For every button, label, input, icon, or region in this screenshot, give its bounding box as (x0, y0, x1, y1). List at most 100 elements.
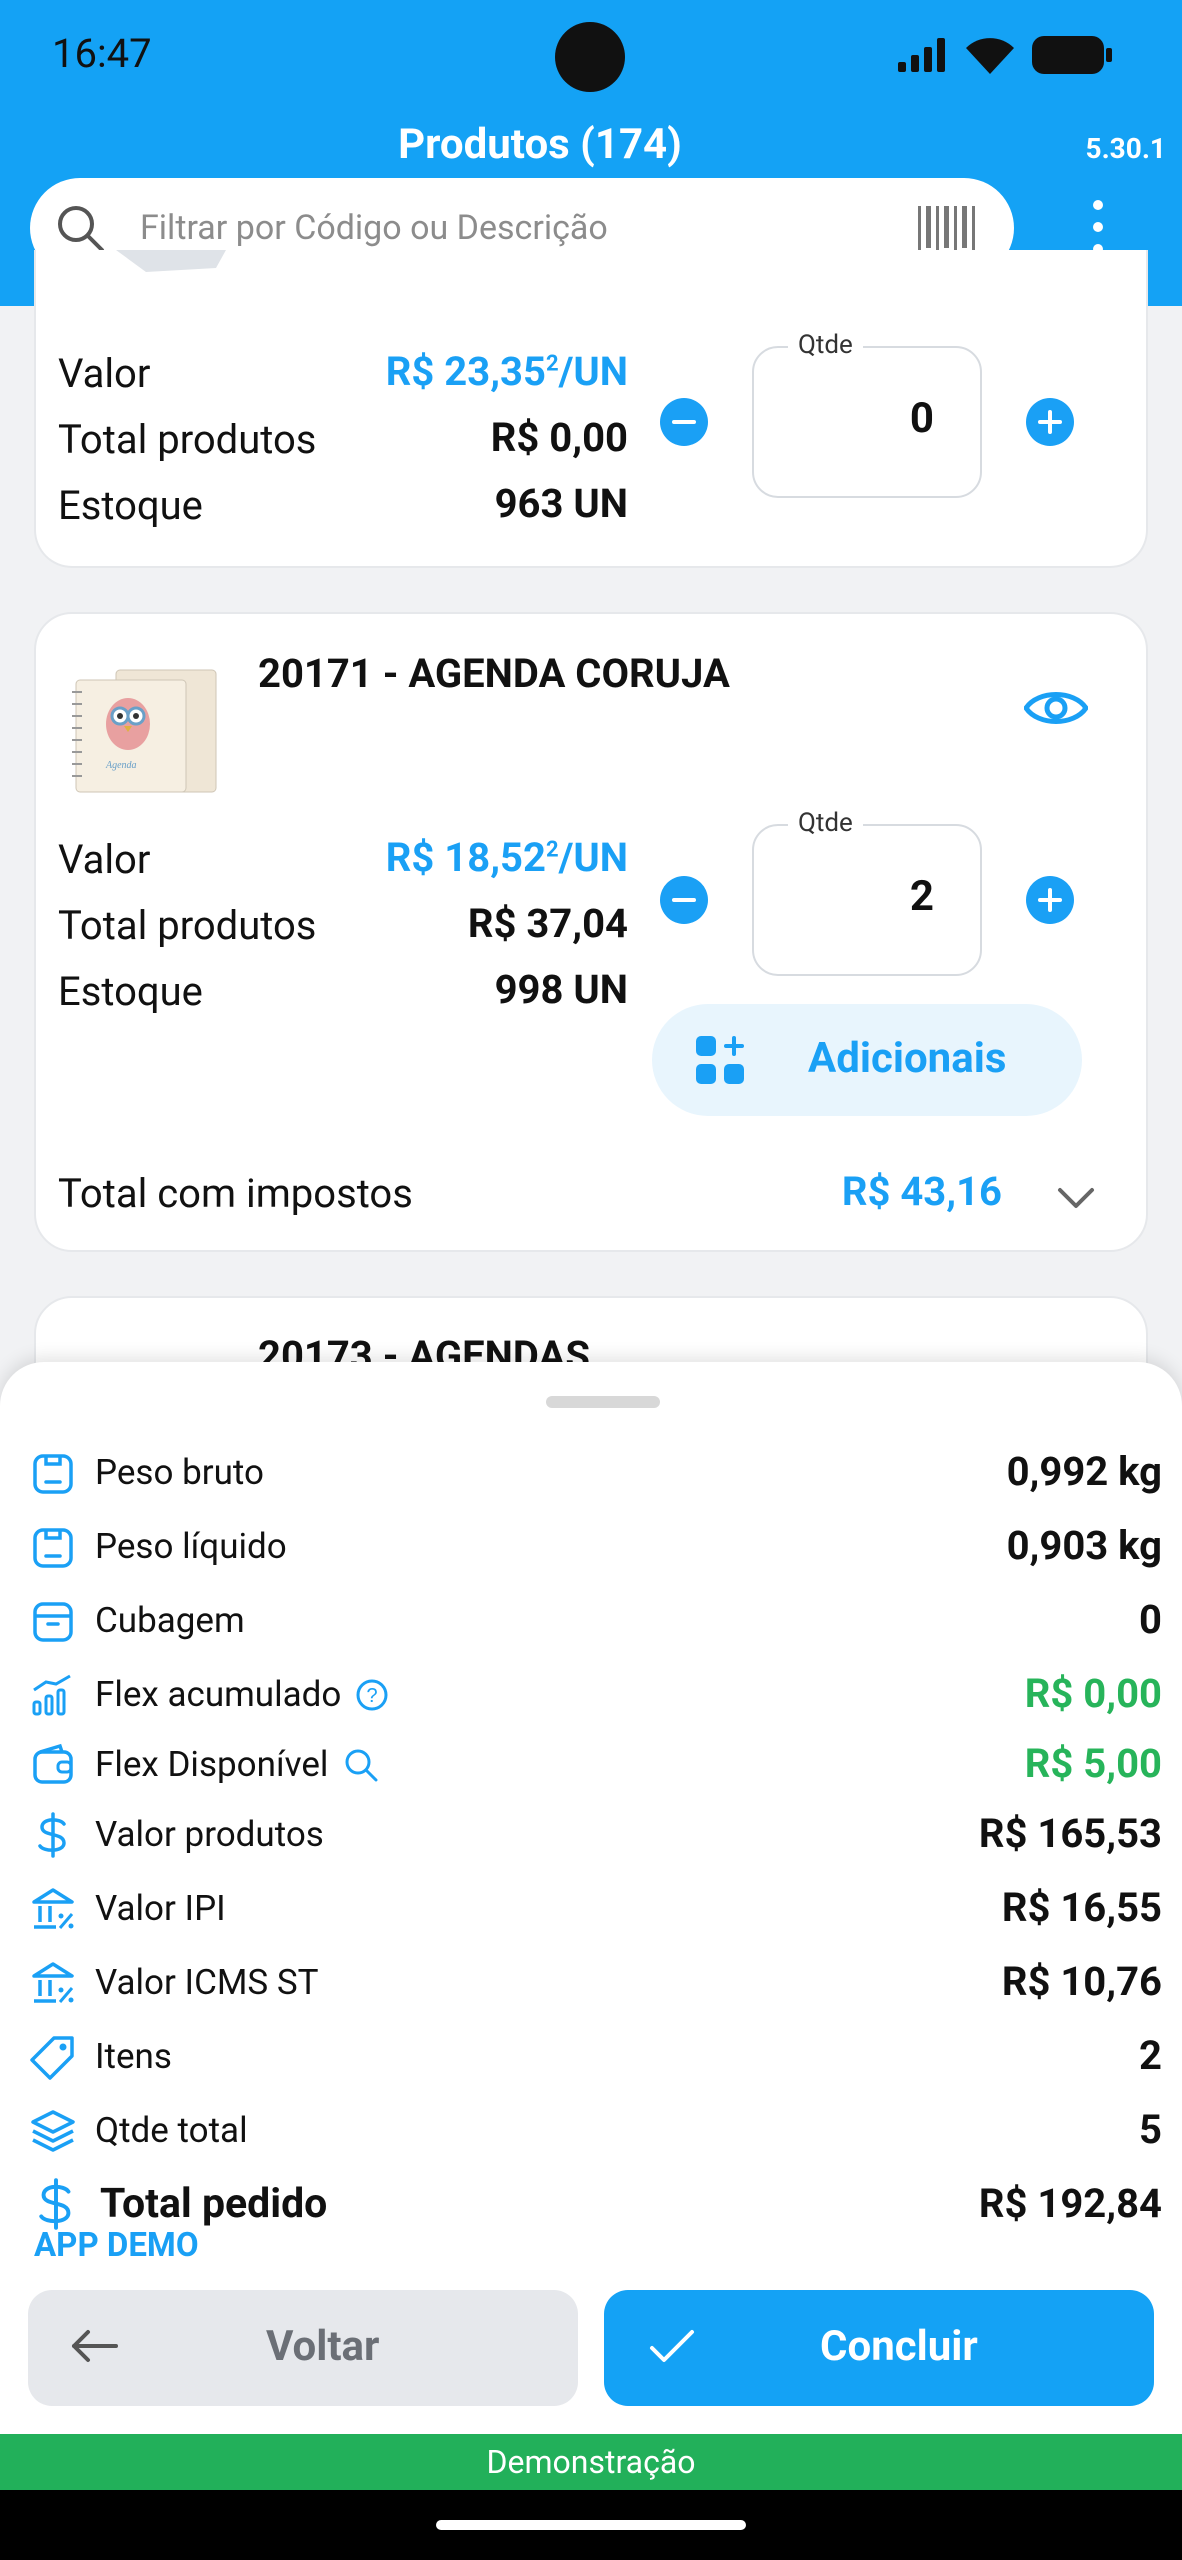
summary-row: Cubagem 0 (0, 1590, 1182, 1650)
dollar-icon (39, 2178, 71, 2230)
weight-icon (33, 1454, 73, 1494)
summary-label: Qtde total (95, 2110, 248, 2151)
decrease-qty-button[interactable] (660, 876, 708, 924)
valor-value: R$ 23,352/UN (385, 348, 628, 395)
demo-banner: Demonstração (0, 2434, 1182, 2490)
summary-row: Valor ICMS ST R$ 10,76 (0, 1952, 1182, 2012)
qty-label: Qtde (788, 330, 863, 360)
summary-label: Total pedido (100, 2180, 328, 2228)
summary-label: Valor IPI (95, 1888, 226, 1929)
adicionais-label: Adicionais (808, 1034, 1007, 1083)
product-image-caption: Agenda (105, 760, 137, 771)
summary-row: Valor produtos R$ 165,53 (0, 1804, 1182, 1864)
summary-label: Flex Disponível (95, 1744, 329, 1785)
total-impostos-label: Total com impostos (58, 1170, 413, 1217)
summary-row: Valor IPI R$ 16,55 (0, 1878, 1182, 1938)
help-icon[interactable]: ? (355, 1678, 389, 1712)
product-card: Valor R$ 23,352/UN Total produtos R$ 0,0… (34, 250, 1148, 568)
camera-cutout (555, 22, 625, 92)
estoque-label: Estoque (58, 482, 203, 529)
total-impostos-value: R$ 43,16 (841, 1168, 1002, 1215)
summary-value: 0,903 kg (1006, 1522, 1162, 1569)
summary-value: 5 (1139, 2106, 1162, 2153)
summary-label: Peso bruto (95, 1452, 265, 1493)
chart-up-icon (32, 1674, 71, 1716)
total-produtos-value: R$ 0,00 (490, 414, 628, 461)
total-produtos-label: Total produtos (58, 416, 317, 463)
increase-qty-button[interactable] (1026, 876, 1074, 924)
order-summary-sheet: Peso bruto 0,992 kg Peso líquido 0,903 k… (0, 1362, 1182, 2442)
total-pedido-row: Total pedido R$ 192,84 (0, 2174, 1182, 2234)
status-icons (898, 36, 1112, 74)
status-time: 16:47 (52, 30, 152, 77)
summary-value: R$ 16,55 (1001, 1884, 1162, 1931)
tag-icon (30, 2036, 74, 2080)
valor-label: Valor (58, 350, 151, 397)
summary-value: 2 (1139, 2032, 1162, 2079)
summary-row: Flex Disponível R$ 5,00 (0, 1734, 1182, 1794)
back-button[interactable]: Voltar (28, 2290, 578, 2406)
app-demo-label: APP DEMO (34, 2226, 199, 2265)
summary-value: 0,992 kg (1006, 1448, 1162, 1495)
estoque-value: 998 UN (494, 966, 628, 1013)
view-details-icon[interactable] (1024, 686, 1088, 730)
search-placeholder: Filtrar por Código ou Descrição (140, 208, 608, 248)
summary-value: R$ 10,76 (1001, 1958, 1162, 2005)
product-image: Agenda (72, 669, 217, 793)
quantity-field[interactable]: Qtde 2 (752, 808, 982, 976)
summary-label: Valor ICMS ST (95, 1962, 319, 2003)
chevron-down-icon[interactable] (1056, 1186, 1096, 1210)
summary-row: Peso bruto 0,992 kg (0, 1442, 1182, 1502)
signal-icon (898, 38, 945, 72)
layers-icon (31, 2110, 75, 2152)
summary-row: Peso líquido 0,903 kg (0, 1516, 1182, 1576)
estoque-label: Estoque (58, 968, 203, 1015)
qty-label: Qtde (788, 808, 863, 838)
barcode-icon[interactable] (918, 206, 978, 256)
total-produtos-label: Total produtos (58, 902, 317, 949)
summary-value: R$ 0,00 (1024, 1670, 1162, 1717)
version-label: 5.30.1 (1085, 132, 1167, 165)
box-icon (33, 1602, 73, 1642)
quantity-field[interactable]: Qtde 0 (752, 330, 982, 498)
valor-value: R$ 18,522/UN (385, 834, 628, 881)
estoque-value: 963 UN (494, 480, 628, 527)
system-nav-bar (0, 2490, 1182, 2560)
summary-row: Qtde total 5 (0, 2100, 1182, 2160)
check-icon (650, 2330, 694, 2362)
summary-label: Peso líquido (95, 1526, 287, 1567)
confirm-button[interactable]: Concluir (604, 2290, 1154, 2406)
confirm-button-label: Concluir (820, 2322, 978, 2371)
bank-percent-icon (32, 1888, 74, 1929)
wifi-icon (966, 38, 1014, 74)
summary-label: Cubagem (95, 1600, 245, 1641)
product-image (116, 250, 226, 272)
wallet-icon (33, 1743, 73, 1784)
qty-value: 0 (909, 394, 934, 443)
back-button-label: Voltar (266, 2322, 380, 2371)
arrow-left-icon (72, 2330, 118, 2362)
sheet-handle[interactable] (546, 1396, 660, 1408)
summary-label: Valor produtos (95, 1814, 324, 1855)
add-grid-icon (696, 1036, 744, 1084)
adicionais-button[interactable]: Adicionais (652, 1004, 1082, 1116)
summary-value: 0 (1139, 1596, 1162, 1643)
product-card: Agenda 20171 - AGENDA CORUJA Valor R$ 18… (34, 612, 1148, 1252)
search-icon (58, 206, 104, 252)
summary-label: Itens (95, 2036, 172, 2077)
product-title: 20171 - AGENDA CORUJA (258, 650, 730, 697)
valor-label: Valor (58, 836, 151, 883)
summary-row: Flex acumulado ? R$ 0,00 (0, 1664, 1182, 1724)
dollar-icon (38, 1812, 66, 1858)
bank-percent-icon (32, 1962, 74, 2003)
summary-row: Itens 2 (0, 2026, 1182, 2086)
decrease-qty-button[interactable] (660, 398, 708, 446)
summary-value: R$ 5,00 (1024, 1740, 1162, 1787)
summary-value: R$ 165,53 (978, 1810, 1162, 1857)
search-icon[interactable] (342, 1746, 380, 1784)
battery-icon (1032, 36, 1112, 74)
increase-qty-button[interactable] (1026, 398, 1074, 446)
summary-value: R$ 192,84 (978, 2180, 1162, 2227)
page-title: Produtos (174) (398, 120, 682, 169)
home-indicator[interactable] (436, 2520, 746, 2530)
